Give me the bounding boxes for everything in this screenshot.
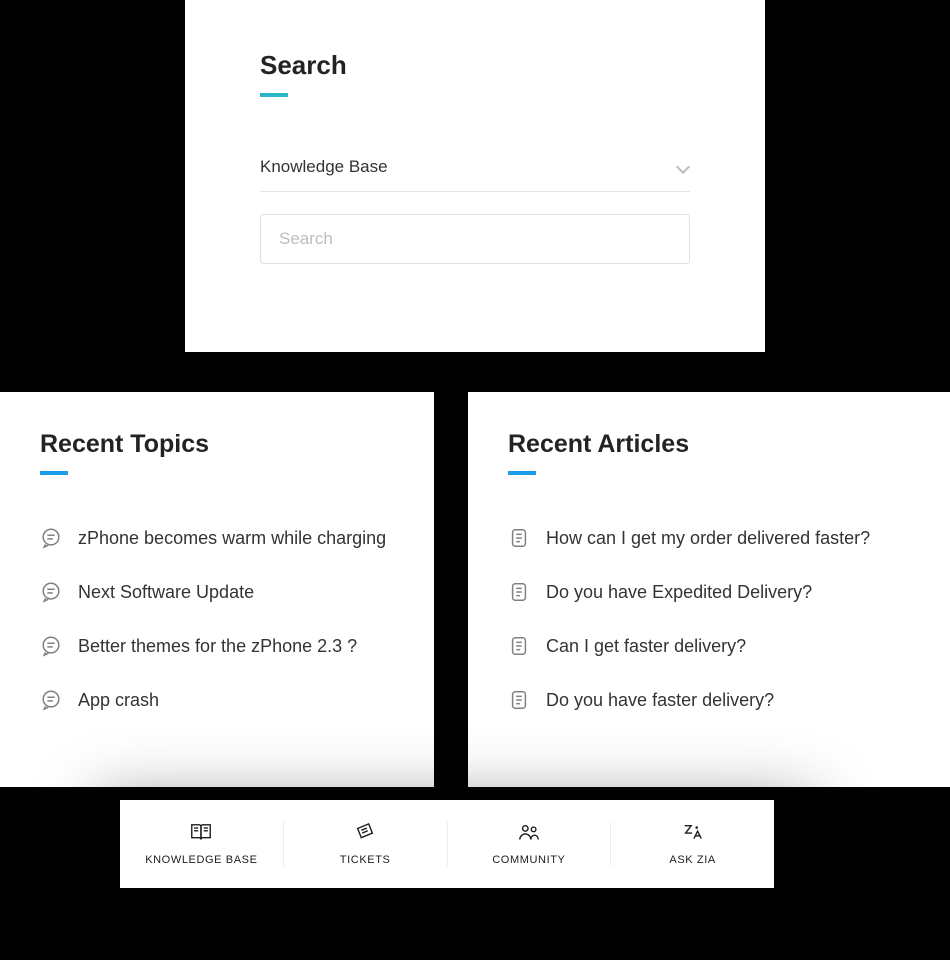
nav-item-ask-zia[interactable]: ASK ZIA — [611, 822, 774, 866]
document-icon — [508, 581, 530, 603]
list-item-label: App crash — [78, 690, 159, 711]
recent-articles-panel: Recent Articles How can I get my order d… — [468, 392, 950, 787]
list-item[interactable]: Next Software Update — [40, 565, 394, 619]
chevron-down-icon — [676, 160, 690, 174]
search-scope-select[interactable]: Knowledge Base — [260, 157, 690, 192]
zia-icon — [681, 822, 705, 844]
speech-bubble-icon — [40, 581, 62, 603]
list-item-label: Better themes for the zPhone 2.3 ? — [78, 636, 357, 657]
title-underline — [260, 93, 288, 97]
list-item-label: How can I get my order delivered faster? — [546, 528, 870, 549]
recent-articles-title: Recent Articles — [508, 430, 910, 459]
speech-bubble-icon — [40, 635, 62, 657]
document-icon — [508, 689, 530, 711]
search-title: Search — [260, 50, 690, 81]
list-item-label: Do you have faster delivery? — [546, 690, 774, 711]
list-item-label: Do you have Expedited Delivery? — [546, 582, 812, 603]
nav-item-tickets[interactable]: TICKETS — [284, 822, 448, 866]
list-item[interactable]: App crash — [40, 673, 394, 727]
title-underline — [40, 471, 68, 475]
nav-item-knowledge-base[interactable]: KNOWLEDGE BASE — [120, 822, 284, 866]
community-icon — [517, 822, 541, 844]
bottom-nav: KNOWLEDGE BASE TICKETS COMMUNITY — [120, 800, 774, 888]
nav-item-label: ASK ZIA — [669, 854, 715, 866]
list-item[interactable]: Do you have faster delivery? — [508, 673, 910, 727]
ticket-icon — [353, 822, 377, 844]
search-input[interactable] — [260, 214, 690, 264]
document-icon — [508, 527, 530, 549]
list-item[interactable]: Can I get faster delivery? — [508, 619, 910, 673]
list-item[interactable]: How can I get my order delivered faster? — [508, 511, 910, 565]
list-item-label: Next Software Update — [78, 582, 254, 603]
nav-item-label: KNOWLEDGE BASE — [145, 854, 257, 866]
book-icon — [189, 822, 213, 844]
speech-bubble-icon — [40, 689, 62, 711]
nav-item-label: COMMUNITY — [492, 854, 565, 866]
speech-bubble-icon — [40, 527, 62, 549]
list-item-label: Can I get faster delivery? — [546, 636, 746, 657]
list-item[interactable]: Better themes for the zPhone 2.3 ? — [40, 619, 394, 673]
nav-item-label: TICKETS — [340, 854, 391, 866]
search-scope-value: Knowledge Base — [260, 157, 388, 177]
list-item[interactable]: zPhone becomes warm while charging — [40, 511, 394, 565]
document-icon — [508, 635, 530, 657]
search-card: Search Knowledge Base — [185, 0, 765, 352]
list-item-label: zPhone becomes warm while charging — [78, 528, 386, 549]
list-item[interactable]: Do you have Expedited Delivery? — [508, 565, 910, 619]
title-underline — [508, 471, 536, 475]
recent-topics-panel: Recent Topics zPhone becomes warm while … — [0, 392, 434, 787]
nav-item-community[interactable]: COMMUNITY — [448, 822, 612, 866]
recent-topics-title: Recent Topics — [40, 430, 394, 459]
